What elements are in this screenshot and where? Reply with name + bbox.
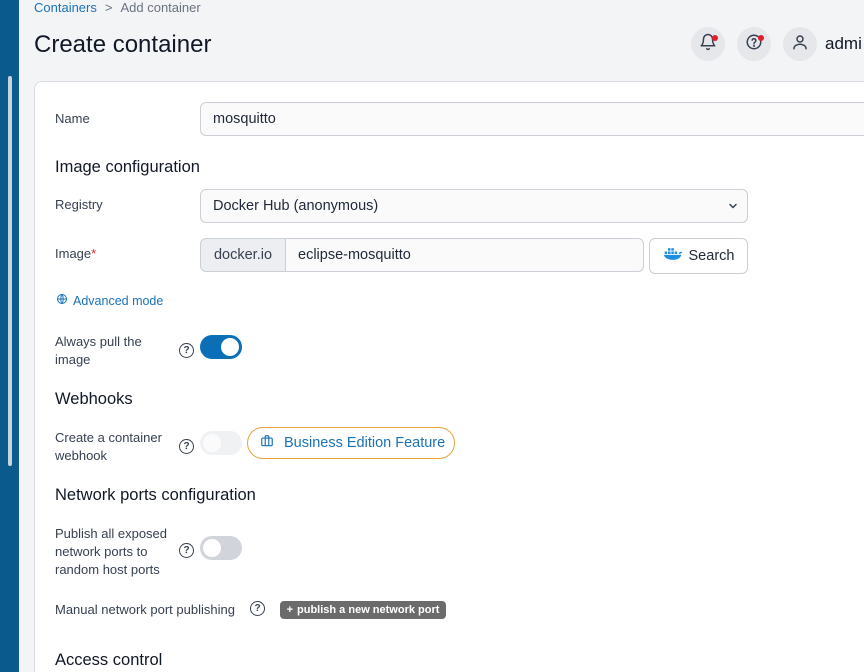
business-edition-label: Business Edition Feature (284, 435, 446, 451)
notification-dot (712, 35, 718, 41)
help-circle-icon[interactable]: ? (250, 601, 265, 616)
help-circle-icon[interactable]: ? (179, 343, 194, 358)
webhooks-heading: Webhooks (55, 390, 133, 408)
registry-selected-value: Docker Hub (anonymous) (213, 198, 379, 214)
docker-icon (663, 247, 683, 265)
publish-new-port-button[interactable]: + publish a new network port (280, 601, 446, 619)
plus-icon: + (286, 604, 294, 616)
webhook-label: Create a container webhook (55, 430, 162, 463)
toggle-knob (221, 338, 239, 356)
search-image-button[interactable]: Search (649, 238, 748, 274)
user-menu-button[interactable] (783, 27, 817, 61)
image-label: Image* (55, 245, 96, 263)
breadcrumb-current: Add container (120, 0, 201, 15)
search-button-label: Search (688, 248, 735, 264)
webhook-toggle (200, 431, 242, 455)
help-button[interactable] (737, 27, 771, 61)
toggle-knob (203, 434, 221, 452)
registry-prefix: docker.io (200, 238, 286, 272)
access-control-heading: Access control (55, 651, 163, 669)
advanced-mode-link[interactable]: Advanced mode (56, 293, 163, 308)
publish-all-toggle[interactable] (200, 536, 242, 560)
advanced-mode-label: Advanced mode (73, 293, 164, 308)
help-circle-icon[interactable]: ? (179, 439, 194, 454)
manual-publish-label: Manual network port publishing (55, 602, 235, 617)
always-pull-label: Always pull the image (55, 334, 142, 367)
name-input[interactable]: mosquitto (200, 102, 864, 136)
toggle-knob (203, 539, 221, 557)
user-icon (791, 33, 809, 56)
image-input[interactable]: eclipse-mosquitto (285, 238, 644, 272)
help-circle-icon[interactable]: ? (179, 543, 194, 558)
always-pull-toggle[interactable] (200, 335, 242, 359)
image-label-text: Image (55, 246, 92, 261)
registry-label: Registry (55, 197, 103, 212)
sidebar-scrollbar[interactable] (8, 76, 12, 466)
page-title: Create container (34, 31, 212, 58)
breadcrumb-containers-link[interactable]: Containers (34, 0, 97, 15)
breadcrumb-separator: > (104, 0, 113, 15)
image-configuration-heading: Image configuration (55, 158, 200, 176)
network-ports-heading: Network ports configuration (55, 486, 256, 504)
name-label: Name (55, 111, 90, 126)
required-marker: * (91, 246, 97, 261)
help-dot (758, 35, 764, 41)
breadcrumb: Containers > Add container (34, 0, 201, 15)
briefcase-icon (260, 434, 274, 452)
notifications-button[interactable] (691, 27, 725, 61)
business-edition-badge[interactable]: Business Edition Feature (247, 427, 455, 459)
user-name[interactable]: admi (825, 34, 862, 54)
chevron-down-icon (727, 200, 739, 216)
sidebar (0, 0, 19, 672)
registry-select[interactable]: Docker Hub (anonymous) (200, 189, 748, 223)
publish-all-label: Publish all exposed network ports to ran… (55, 526, 168, 577)
globe-icon (56, 293, 68, 308)
publish-new-port-label: publish a new network port (297, 604, 440, 616)
